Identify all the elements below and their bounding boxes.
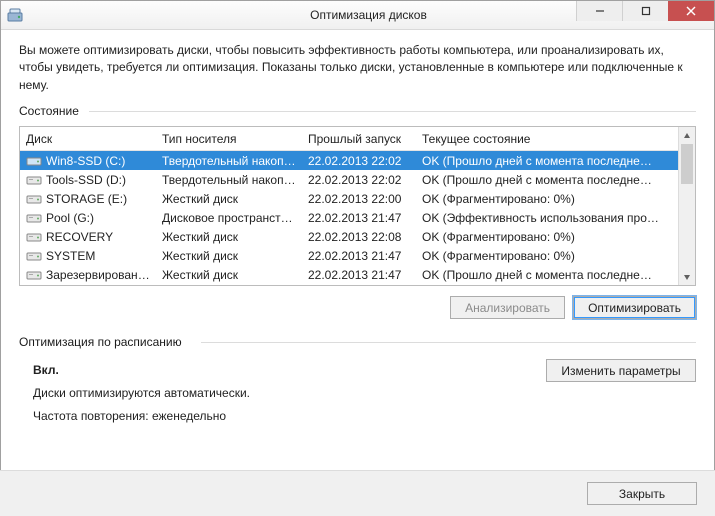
drive-lastrun: 22.02.2013 22:02: [302, 173, 416, 187]
optimize-button[interactable]: Оптимизировать: [573, 296, 696, 319]
schedule-section: Оптимизация по расписанию Вкл. Диски опт…: [19, 335, 696, 427]
content-area: Вы можете оптимизировать диски, чтобы по…: [1, 30, 714, 428]
schedule-auto-text: Диски оптимизируются автоматически.: [33, 382, 250, 405]
drive-name: Tools-SSD (D:): [46, 173, 126, 187]
drive-lastrun: 22.02.2013 22:02: [302, 154, 416, 168]
scroll-up-icon[interactable]: [679, 127, 695, 144]
drive-icon: [26, 155, 42, 167]
description-text: Вы можете оптимизировать диски, чтобы по…: [19, 42, 696, 94]
close-dialog-button[interactable]: Закрыть: [587, 482, 697, 505]
table-row[interactable]: STORAGE (E:) Жесткий диск22.02.2013 22:00…: [20, 189, 678, 208]
table-row[interactable]: SYSTEM Жесткий диск22.02.2013 21:47OK (Фр…: [20, 246, 678, 265]
column-header-status[interactable]: Текущее состояние: [416, 132, 678, 146]
drive-name: Win8-SSD (C:): [46, 154, 125, 168]
drive-lastrun: 22.02.2013 21:47: [302, 249, 416, 263]
app-icon: [7, 7, 23, 23]
drive-status: OK (Прошло дней с момента последне…: [416, 268, 678, 282]
drives-list: Диск Тип носителя Прошлый запуск Текущее…: [19, 126, 696, 286]
drive-icon: [26, 212, 42, 224]
schedule-section-label: Оптимизация по расписанию: [19, 335, 696, 349]
drive-media: Твердотельный накоп…: [156, 154, 302, 168]
table-row[interactable]: Зарезервирован… Жесткий диск22.02.2013 21…: [20, 265, 678, 284]
scrollbar[interactable]: [678, 127, 695, 285]
column-header-media[interactable]: Тип носителя: [156, 132, 302, 146]
drive-lastrun: 22.02.2013 21:47: [302, 211, 416, 225]
drive-media: Жесткий диск: [156, 192, 302, 206]
table-row[interactable]: Win8-SSD (C:) Твердотельный накоп…22.02.2…: [20, 151, 678, 170]
table-row[interactable]: RECOVERY Жесткий диск22.02.2013 22:08OK (…: [20, 227, 678, 246]
drive-media: Жесткий диск: [156, 230, 302, 244]
schedule-freq-text: Частота повторения: еженедельно: [33, 405, 250, 428]
state-section-label: Состояние: [19, 104, 696, 118]
drive-status: OK (Фрагментировано: 0%): [416, 249, 678, 263]
titlebar: Оптимизация дисков: [1, 1, 714, 30]
drive-name: Pool (G:): [46, 211, 94, 225]
drive-status: OK (Прошло дней с момента последне…: [416, 154, 678, 168]
drive-lastrun: 22.02.2013 21:47: [302, 268, 416, 282]
drive-icon: [26, 231, 42, 243]
close-button[interactable]: [668, 1, 714, 21]
window-controls: [576, 1, 714, 21]
drive-media: Жесткий диск: [156, 268, 302, 282]
footer: Закрыть: [0, 470, 715, 516]
table-row[interactable]: Tools-SSD (D:) Твердотельный накоп…22.02.…: [20, 170, 678, 189]
column-header-lastrun[interactable]: Прошлый запуск: [302, 132, 416, 146]
schedule-on-label: Вкл.: [33, 359, 250, 382]
drive-status: OK (Прошло дней с момента последне…: [416, 173, 678, 187]
drive-media: Твердотельный накоп…: [156, 173, 302, 187]
maximize-button[interactable]: [622, 1, 668, 21]
drive-name: Зарезервирован…: [46, 268, 150, 282]
drive-icon: [26, 174, 42, 186]
drive-name: RECOVERY: [46, 230, 113, 244]
drive-name: STORAGE (E:): [46, 192, 127, 206]
drive-icon: [26, 193, 42, 205]
column-header-disk[interactable]: Диск: [20, 132, 156, 146]
analyze-button[interactable]: Анализировать: [450, 296, 565, 319]
drive-icon: [26, 269, 42, 281]
action-buttons: Анализировать Оптимизировать: [19, 296, 696, 319]
drive-media: Дисковое пространств…: [156, 211, 302, 225]
table-row[interactable]: Pool (G:) Дисковое пространств…22.02.2013…: [20, 208, 678, 227]
list-header: Диск Тип носителя Прошлый запуск Текущее…: [20, 127, 678, 151]
drive-media: Жесткий диск: [156, 249, 302, 263]
scroll-down-icon[interactable]: [679, 268, 695, 285]
drive-lastrun: 22.02.2013 22:00: [302, 192, 416, 206]
drive-status: OK (Фрагментировано: 0%): [416, 192, 678, 206]
change-settings-button[interactable]: Изменить параметры: [546, 359, 696, 382]
drive-status: OK (Фрагментировано: 0%): [416, 230, 678, 244]
drive-icon: [26, 250, 42, 262]
scroll-thumb[interactable]: [681, 144, 693, 184]
drive-lastrun: 22.02.2013 22:08: [302, 230, 416, 244]
drive-status: OK (Эффективность использования про…: [416, 211, 678, 225]
minimize-button[interactable]: [576, 1, 622, 21]
drive-name: SYSTEM: [46, 249, 95, 263]
